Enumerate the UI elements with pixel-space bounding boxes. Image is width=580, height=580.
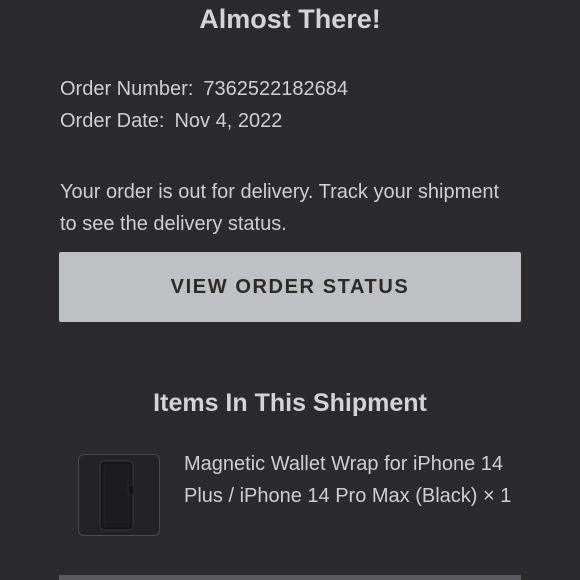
next-button-edge[interactable] <box>59 575 521 580</box>
view-order-status-label: VIEW ORDER STATUS <box>170 275 410 298</box>
order-number-label: Order Number: <box>60 78 194 100</box>
phone-wallet-case-icon <box>99 460 135 531</box>
order-date-value: Nov 4, 2022 <box>174 110 283 132</box>
order-number-value: 7362522182684 <box>203 78 348 100</box>
order-number-row: Order Number: 7362522182684 <box>60 73 348 105</box>
item-thumbnail[interactable] <box>78 454 160 536</box>
item-description[interactable]: Magnetic Wallet Wrap for iPhone 14 Plus … <box>184 448 524 512</box>
delivery-message: Your order is out for delivery. Track yo… <box>60 181 500 235</box>
page-title: Almost There! <box>199 4 381 34</box>
order-date-row: Order Date: Nov 4, 2022 <box>60 105 348 137</box>
order-details: Order Number: 7362522182684 Order Date: No… <box>60 73 348 137</box>
shipment-items-heading: Items In This Shipment <box>153 389 427 417</box>
order-date-label: Order Date: <box>60 110 165 132</box>
view-order-status-button[interactable]: VIEW ORDER STATUS <box>59 252 521 322</box>
